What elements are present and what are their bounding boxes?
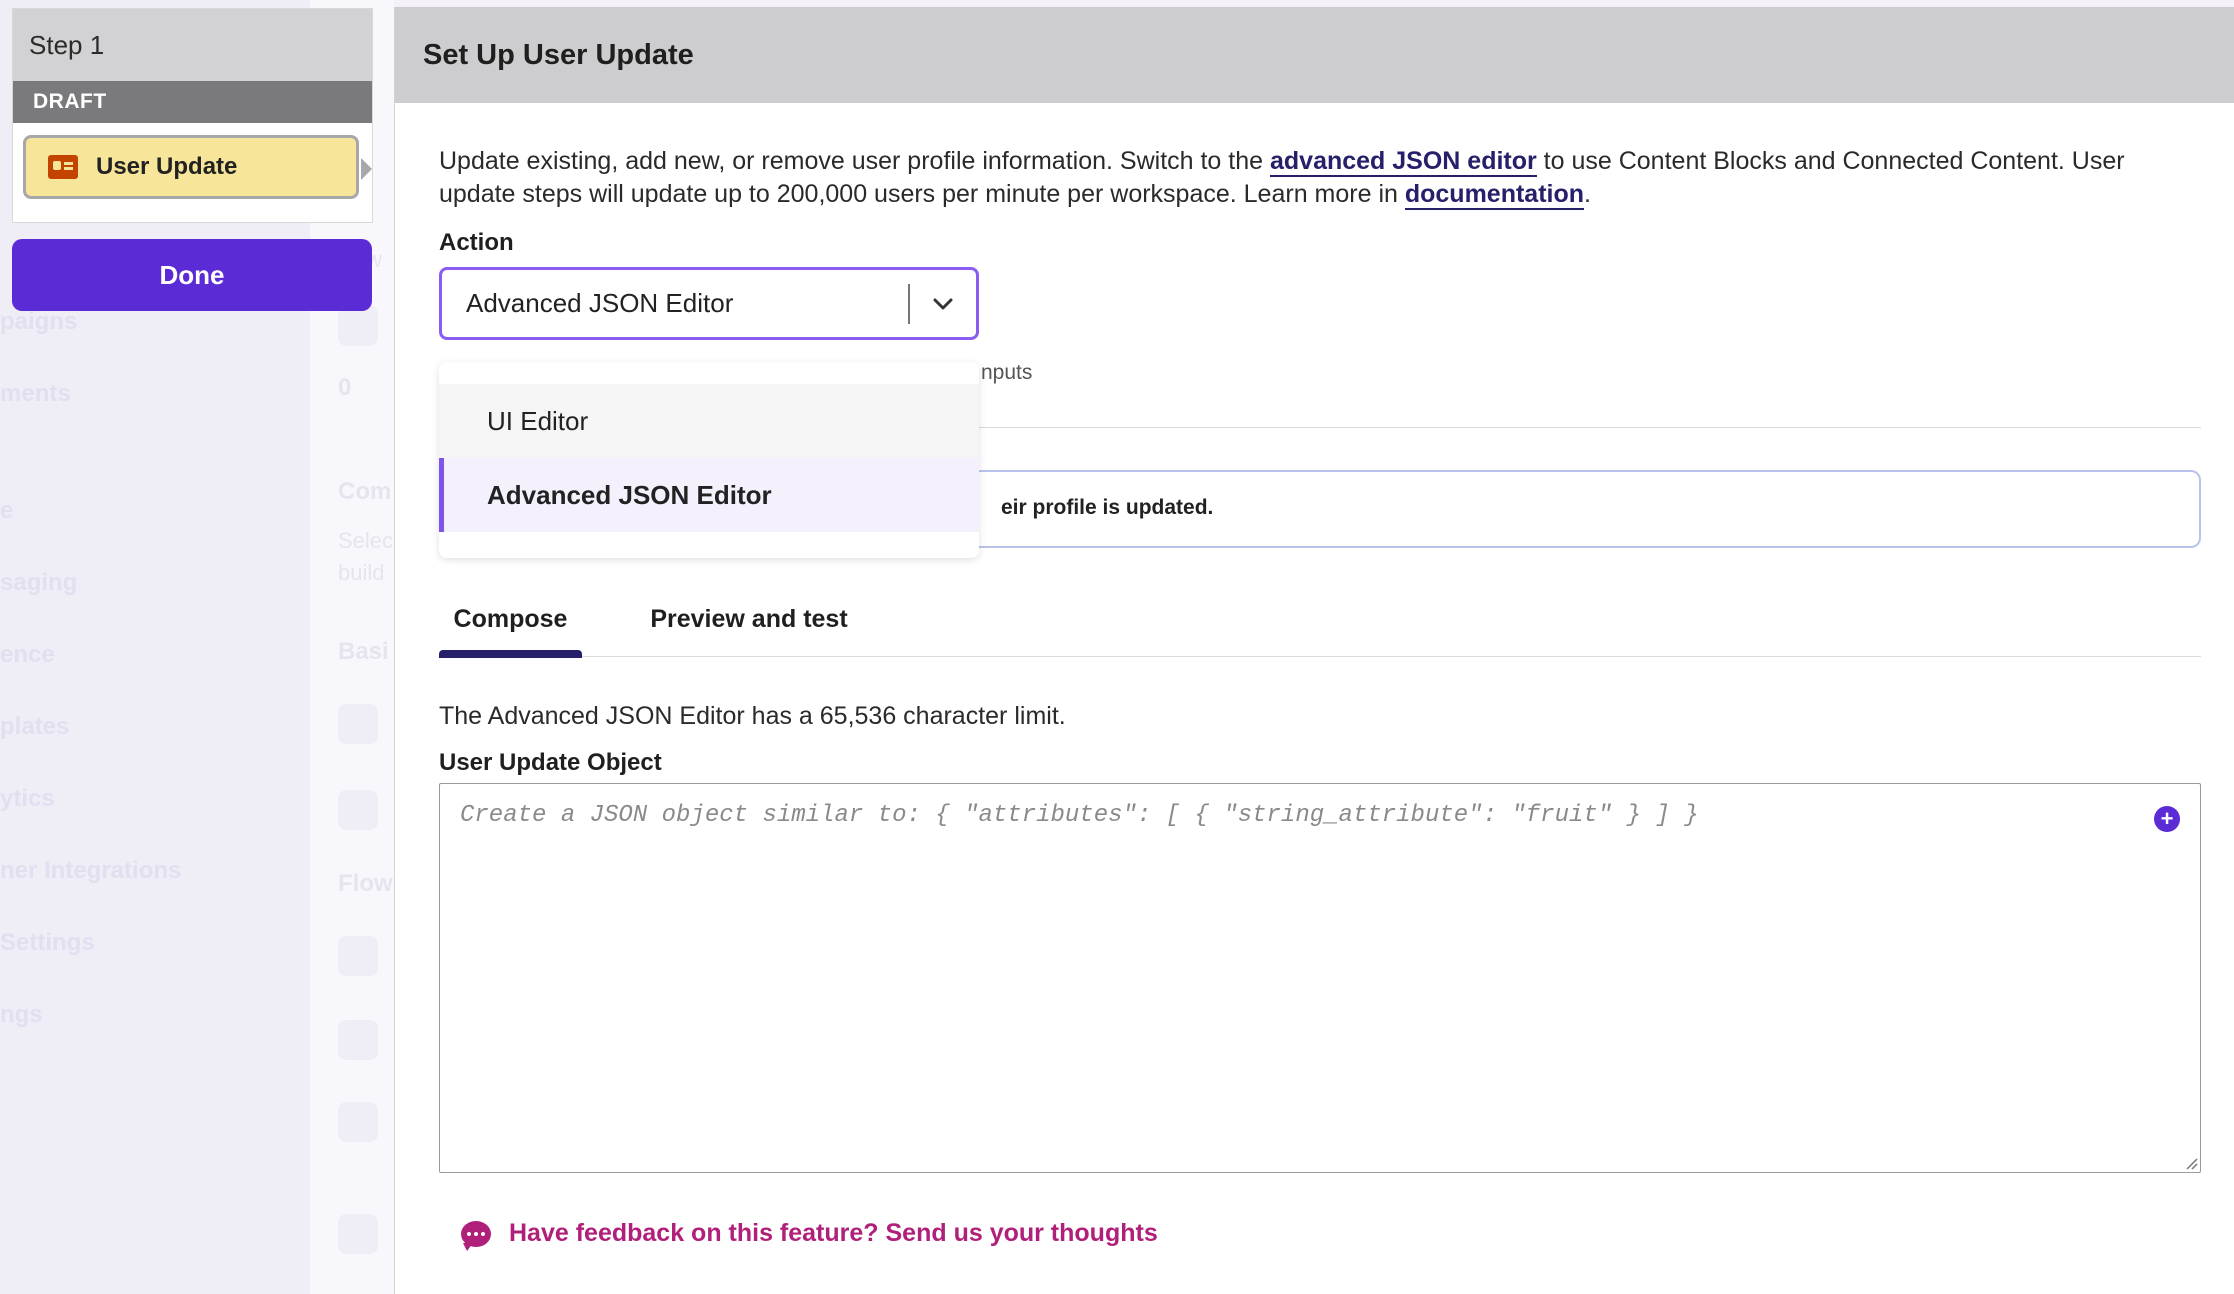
bg-nav-item: paigns xyxy=(0,308,78,335)
json-editor: + xyxy=(439,783,2201,1173)
feedback-label: Have feedback on this feature? Send us y… xyxy=(509,1219,1158,1247)
bg-fragment: Flow xyxy=(338,870,393,897)
json-editor-input[interactable] xyxy=(440,784,2200,1172)
advanced-json-editor-link[interactable]: advanced JSON editor xyxy=(1269,147,1537,177)
partial-hint-text: nputs xyxy=(981,361,1033,384)
step-label: Step 1 xyxy=(13,9,372,81)
character-limit-text: The Advanced JSON Editor has a 65,536 ch… xyxy=(439,702,1066,730)
chat-bubble-icon xyxy=(461,1220,491,1251)
bg-fragment: Com xyxy=(338,478,392,505)
info-callout-text: eir profile is updated. xyxy=(1001,496,1214,519)
user-update-object-label: User Update Object xyxy=(439,749,662,776)
feedback-link[interactable]: Have feedback on this feature? Send us y… xyxy=(461,1219,1158,1251)
bg-nav-item: ments xyxy=(0,380,71,407)
bg-nav-item: saging xyxy=(0,569,78,596)
intro-text: Update existing, add new, or remove user… xyxy=(439,145,2199,211)
step-card: Step 1 DRAFT User Update xyxy=(12,8,373,223)
bg-split-icon xyxy=(338,936,378,976)
bg-globe-icon xyxy=(338,306,378,346)
chevron-down-icon[interactable] xyxy=(910,297,976,311)
resize-handle-icon[interactable] xyxy=(2184,1156,2198,1170)
editor-tabs: Compose Preview and test xyxy=(439,599,2201,658)
done-button[interactable]: Done xyxy=(12,239,372,311)
bg-nav-item: Settings xyxy=(0,929,95,956)
plus-circle-icon[interactable]: + xyxy=(2154,806,2180,832)
id-card-icon xyxy=(48,155,78,179)
documentation-link[interactable]: documentation xyxy=(1404,180,1585,210)
intro-text-part: Update existing, add new, or remove user… xyxy=(439,147,1270,175)
bg-clock-icon xyxy=(338,790,378,830)
action-dropdown-menu: UI Editor Advanced JSON Editor xyxy=(439,362,979,558)
draft-status-bar: DRAFT xyxy=(13,81,372,123)
action-select[interactable]: Advanced JSON Editor xyxy=(439,267,979,340)
bg-send-icon xyxy=(338,704,378,744)
bg-nav-item: ner Integrations xyxy=(0,857,182,884)
bg-bolt-icon xyxy=(338,1102,378,1142)
bg-fragment: Basi xyxy=(338,638,389,665)
tab-compose[interactable]: Compose xyxy=(439,599,582,658)
bg-nav-item: plates xyxy=(0,713,70,740)
bg-nav-item: ence xyxy=(0,641,55,668)
action-label: Action xyxy=(439,229,514,256)
step-name: User Update xyxy=(96,153,238,180)
bg-nav-item: ytics xyxy=(0,785,55,812)
bg-fragment: Selec xyxy=(338,528,394,553)
modal-title: Set Up User Update xyxy=(395,7,2234,103)
intro-text-part: . xyxy=(1584,180,1591,208)
user-update-step-chip[interactable]: User Update xyxy=(23,135,372,199)
bg-nav-item: ngs xyxy=(0,1001,43,1028)
action-select-value: Advanced JSON Editor xyxy=(466,288,734,318)
chip-arrow-icon xyxy=(361,158,372,180)
tab-preview-and-test[interactable]: Preview and test xyxy=(639,599,859,657)
user-update-modal: Set Up User Update Update existing, add … xyxy=(394,7,2234,1294)
bg-nav-item: e xyxy=(0,497,14,524)
bg-fragment: 0 xyxy=(338,374,352,401)
option-advanced-json-editor[interactable]: Advanced JSON Editor xyxy=(439,458,979,532)
bg-wand-icon xyxy=(338,1214,378,1254)
bg-users-icon xyxy=(338,1020,378,1060)
bg-fragment: build xyxy=(338,560,385,585)
option-ui-editor[interactable]: UI Editor xyxy=(439,384,979,458)
